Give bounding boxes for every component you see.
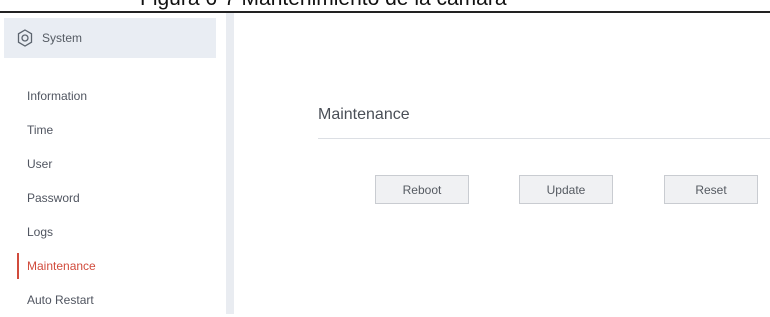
page-title: Maintenance [318,106,410,123]
sidebar-nav: Information Time User Password Logs Main… [0,79,226,317]
sidebar-item-logs[interactable]: Logs [0,215,226,249]
sidebar-item-auto-restart[interactable]: Auto Restart [0,283,226,317]
gear-icon [16,29,34,47]
sidebar: System Information Time User Password Lo… [0,13,226,314]
sidebar-item-maintenance[interactable]: Maintenance [0,249,226,283]
figure-caption-text: Figura 6-7 Mantenimiento de la cámara [140,0,507,11]
sidebar-section-label: System [42,31,83,45]
sidebar-item-information[interactable]: Information [0,79,226,113]
sidebar-divider [226,13,234,314]
main-panel: Maintenance Reboot Update Reset [234,13,770,314]
sidebar-item-time[interactable]: Time [0,113,226,147]
reboot-button[interactable]: Reboot [375,175,469,204]
sidebar-section-system[interactable]: System [4,18,216,58]
reset-button[interactable]: Reset [664,175,758,204]
update-button[interactable]: Update [519,175,613,204]
sidebar-item-user[interactable]: User [0,147,226,181]
sidebar-item-password[interactable]: Password [0,181,226,215]
title-divider [318,138,770,139]
